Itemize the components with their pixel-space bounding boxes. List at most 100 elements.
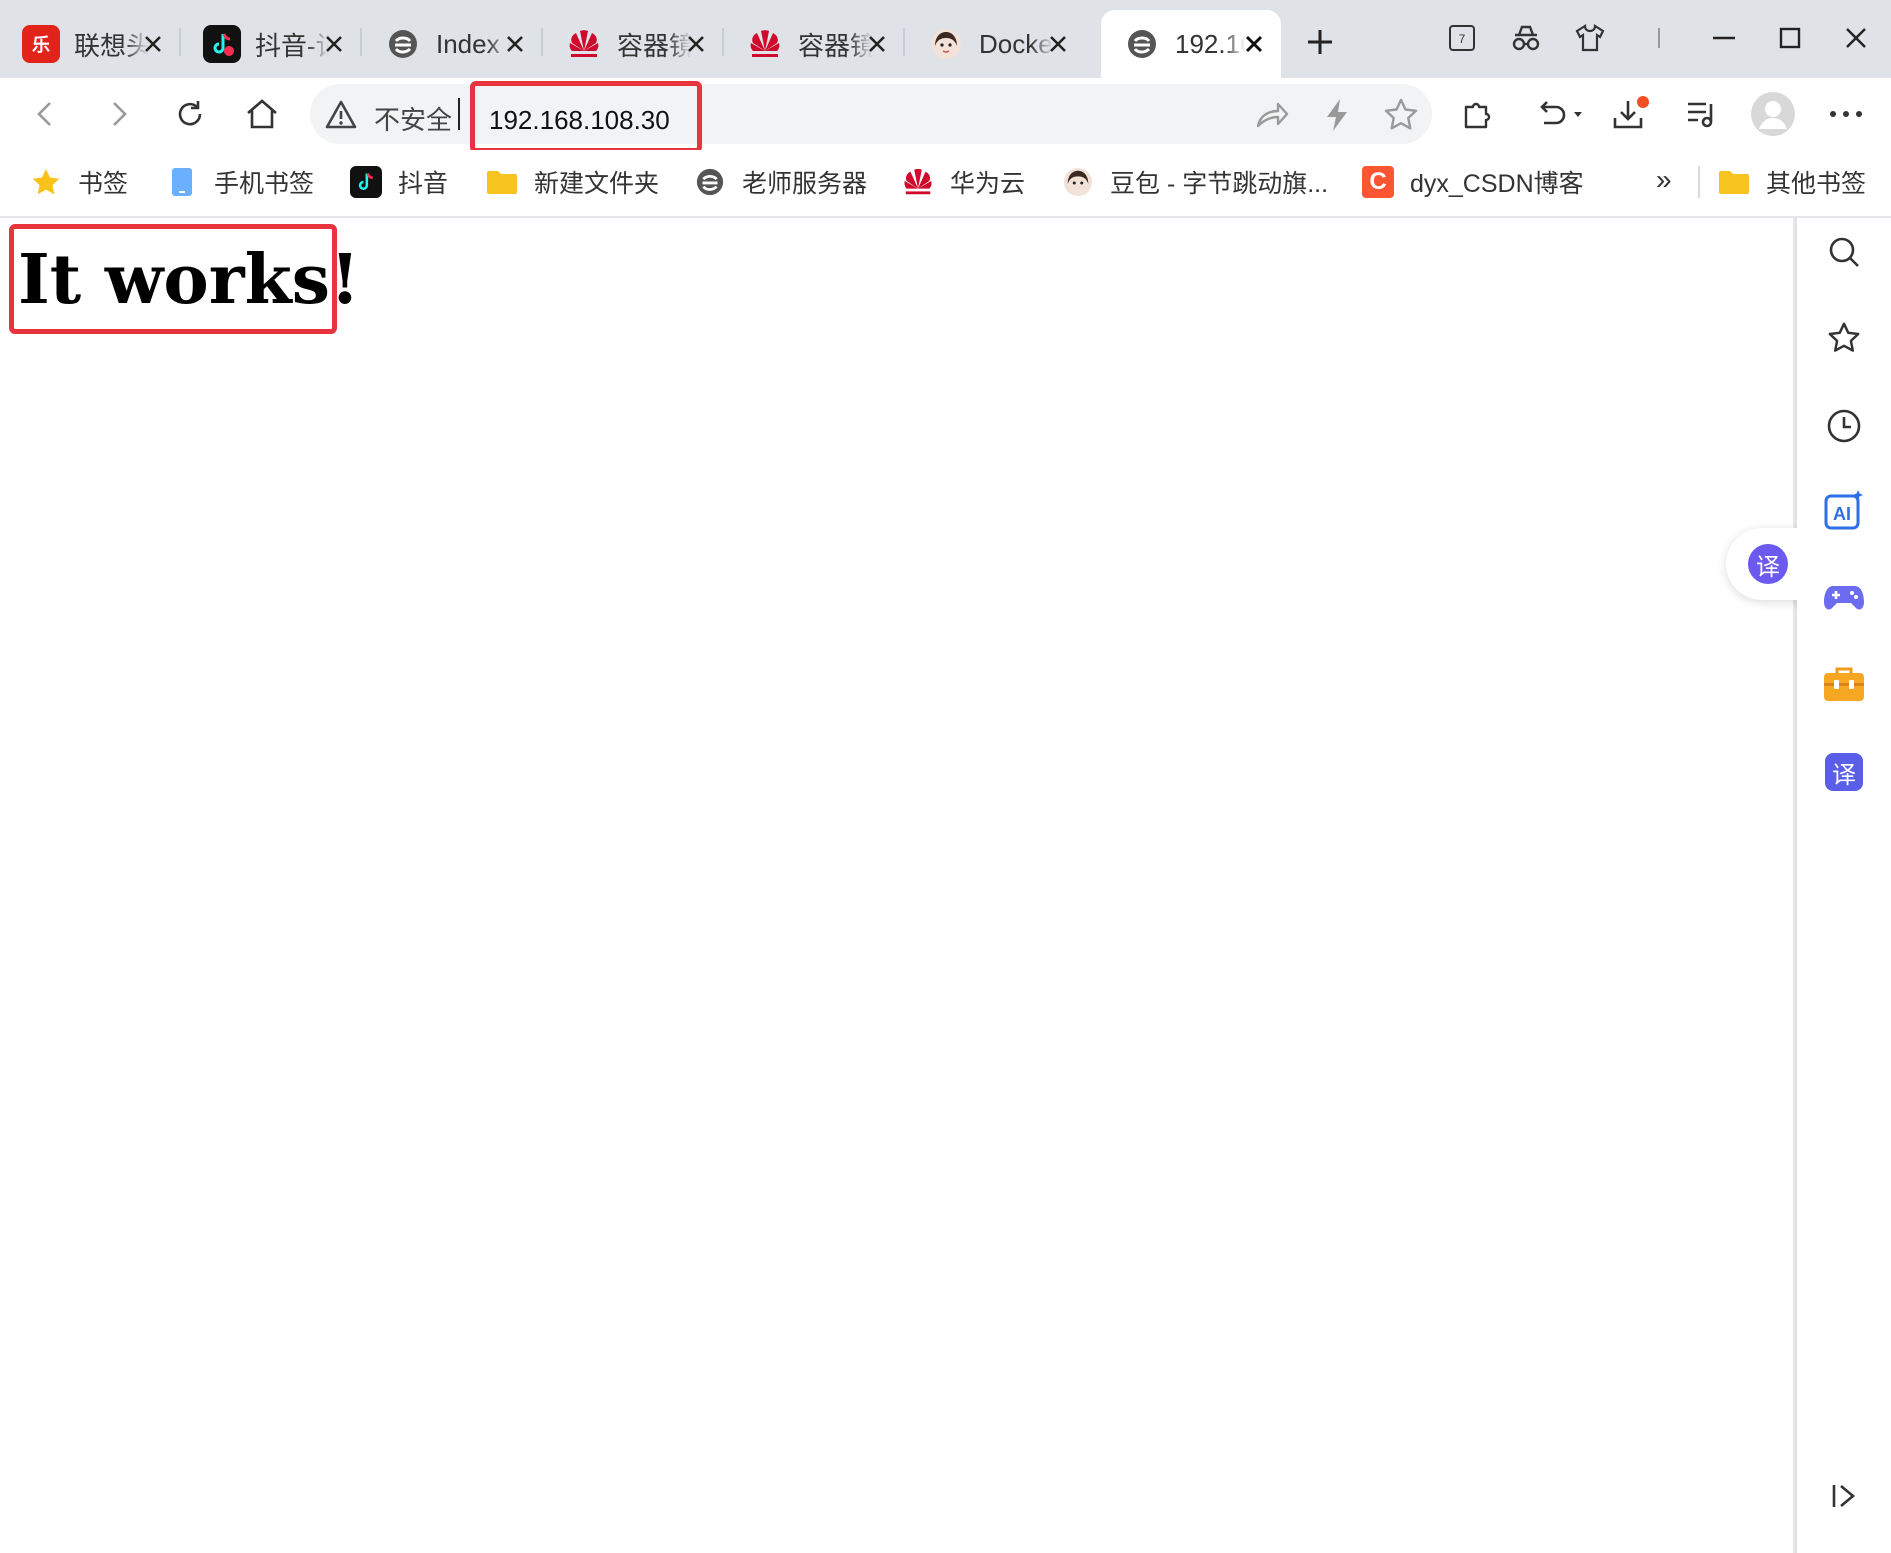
bookmark-item[interactable]: 书签 bbox=[30, 160, 128, 204]
menu-button[interactable] bbox=[1824, 92, 1868, 136]
tab-title: 容器镜像服务 bbox=[617, 30, 691, 61]
skin-button[interactable] bbox=[1570, 18, 1610, 58]
new-tab-button[interactable] bbox=[1300, 22, 1340, 62]
home-button[interactable] bbox=[240, 92, 284, 136]
warning-icon[interactable] bbox=[324, 98, 358, 132]
game-icon bbox=[1824, 586, 1864, 610]
sidebar-collapse-button[interactable] bbox=[1822, 1474, 1866, 1518]
close-icon[interactable] bbox=[683, 31, 709, 57]
bookmark-item[interactable]: C dyx_CSDN博客 bbox=[1362, 160, 1584, 204]
undo-close-button[interactable] bbox=[1530, 92, 1590, 136]
other-bookmarks-folder[interactable]: 其他书签 bbox=[1718, 160, 1866, 204]
sidebar-game-button[interactable] bbox=[1822, 576, 1866, 620]
tab-lenovo[interactable]: 乐 联想头条 bbox=[0, 10, 180, 78]
bookmarks-bar: 书签 手机书签 抖音 新建文件夹 老师服务器 华为云 豆包 - 字节跳动旗...… bbox=[0, 150, 1891, 218]
folder-icon bbox=[1718, 166, 1750, 198]
bookmark-star-icon[interactable] bbox=[1382, 96, 1420, 134]
folder-icon bbox=[486, 166, 518, 198]
tab-title: 容器镜像服务 bbox=[798, 30, 872, 61]
close-icon[interactable] bbox=[1241, 31, 1267, 57]
forward-button[interactable] bbox=[96, 92, 140, 136]
bookmark-label: 新建文件夹 bbox=[534, 170, 660, 198]
close-window-button[interactable] bbox=[1836, 18, 1876, 58]
bookmark-label: 华为云 bbox=[950, 170, 1026, 198]
ie-icon bbox=[384, 25, 422, 63]
bookmarks-overflow-button[interactable]: » bbox=[1656, 164, 1672, 196]
url-text[interactable]: 192.168.108.30 bbox=[489, 105, 670, 136]
lightning-icon[interactable] bbox=[1318, 96, 1356, 134]
undo-icon bbox=[1540, 101, 1582, 125]
incognito-button[interactable] bbox=[1506, 18, 1546, 58]
bookmark-folder[interactable]: 新建文件夹 bbox=[486, 160, 659, 204]
close-icon[interactable] bbox=[864, 31, 890, 57]
shirt-icon bbox=[1575, 24, 1605, 52]
star-icon bbox=[30, 166, 62, 198]
downloads-button[interactable] bbox=[1608, 92, 1652, 136]
reload-button[interactable] bbox=[168, 92, 212, 136]
ai-icon: AI bbox=[1824, 490, 1863, 530]
ie-icon bbox=[694, 166, 726, 198]
bookmark-item[interactable]: 抖音 bbox=[350, 160, 448, 204]
security-status-label[interactable]: 不安全 bbox=[374, 100, 452, 137]
media-list-icon bbox=[1688, 102, 1713, 128]
bookmark-item[interactable]: 华为云 bbox=[902, 160, 1025, 204]
translate-icon: 译 bbox=[1748, 544, 1788, 584]
lenovo-icon: 乐 bbox=[22, 25, 60, 63]
close-icon[interactable] bbox=[140, 31, 166, 57]
close-icon[interactable] bbox=[1045, 31, 1071, 57]
tab-count-icon: 7 bbox=[1449, 25, 1475, 51]
history-icon bbox=[1827, 409, 1861, 443]
huawei-icon bbox=[746, 25, 784, 63]
maximize-button[interactable] bbox=[1770, 18, 1810, 58]
tab-huawei-2[interactable]: 容器镜像服务 bbox=[724, 10, 904, 78]
tab-title: 192.168.108.30 bbox=[1175, 28, 1245, 59]
bookmark-label: 书签 bbox=[78, 170, 129, 198]
address-bar[interactable]: 不安全 192.168.108.30 bbox=[310, 81, 1432, 153]
doubao-avatar-icon bbox=[927, 25, 965, 63]
sidebar-search-button[interactable] bbox=[1822, 230, 1866, 274]
avatar-icon bbox=[1751, 92, 1795, 136]
toolbar: 不安全 192.168.108.30 bbox=[0, 78, 1891, 153]
sidebar-ai-button[interactable]: AI bbox=[1822, 488, 1866, 532]
bookmark-item[interactable]: 老师服务器 bbox=[694, 160, 867, 204]
profile-button[interactable] bbox=[1748, 89, 1798, 139]
back-button[interactable] bbox=[24, 92, 68, 136]
phone-icon bbox=[166, 166, 198, 198]
douyin-icon bbox=[203, 25, 241, 63]
tab-docker[interactable]: Docker bbox=[905, 10, 1085, 78]
right-sidebar: AI 译 bbox=[1797, 218, 1891, 1553]
huawei-icon bbox=[565, 25, 603, 63]
sidebar-translate-button[interactable]: 译 bbox=[1822, 750, 1866, 794]
sidebar-favorites-button[interactable] bbox=[1822, 316, 1866, 360]
tab-title: 抖音-记录美好生活 bbox=[255, 30, 329, 61]
floating-translate-button[interactable]: 译 bbox=[1726, 528, 1806, 600]
bookmark-label: 老师服务器 bbox=[742, 170, 868, 198]
bookmark-item[interactable]: 豆包 - 字节跳动旗... bbox=[1062, 160, 1328, 204]
bookmark-label: 手机书签 bbox=[214, 170, 315, 198]
playlist-button[interactable] bbox=[1680, 92, 1724, 136]
share-icon[interactable] bbox=[1252, 96, 1290, 134]
sidebar-toolbox-button[interactable] bbox=[1822, 662, 1866, 706]
reload-icon bbox=[178, 101, 202, 126]
tab-title: 联想头条 bbox=[74, 30, 148, 61]
sidebar-history-button[interactable] bbox=[1822, 404, 1866, 448]
tab-huawei-1[interactable]: 容器镜像服务 bbox=[543, 10, 723, 78]
tab-active-192-168-108-30[interactable]: 192.168.108.30 bbox=[1101, 10, 1281, 78]
minimize-icon bbox=[1713, 36, 1735, 40]
svg-text:AI: AI bbox=[1833, 504, 1851, 524]
douyin-icon bbox=[350, 166, 382, 198]
close-icon[interactable] bbox=[502, 31, 528, 57]
translate-icon: 译 bbox=[1825, 753, 1863, 791]
bookmark-item[interactable]: 手机书签 bbox=[166, 160, 314, 204]
puzzle-icon bbox=[1464, 102, 1491, 129]
extensions-button[interactable] bbox=[1456, 92, 1500, 136]
close-icon[interactable] bbox=[321, 31, 347, 57]
minimize-button[interactable] bbox=[1704, 18, 1744, 58]
tab-index[interactable]: Index of / bbox=[362, 10, 542, 78]
svg-text:7: 7 bbox=[1459, 32, 1466, 46]
text-caret bbox=[458, 98, 460, 130]
maximize-icon bbox=[1779, 27, 1801, 49]
tab-douyin[interactable]: 抖音-记录美好生活 bbox=[181, 10, 361, 78]
tab-list-button[interactable]: 7 bbox=[1442, 18, 1482, 58]
page-content: It works! 译 bbox=[0, 218, 1806, 1553]
